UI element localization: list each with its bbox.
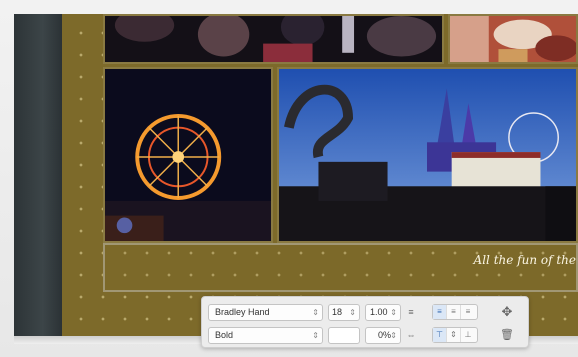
chevron-updown-icon: ⇕	[312, 331, 319, 340]
line-spacing-icon: ≡	[408, 307, 414, 317]
font-style-value: Bold	[215, 330, 234, 340]
character-spacing-icon: ⇔	[406, 330, 416, 340]
font-style-select[interactable]: Bold ⇕	[208, 327, 323, 344]
horizontal-alignment-group[interactable]: ≡ ≡ ≡	[432, 304, 478, 320]
line-spacing-field[interactable]: 1.00 ⇕	[365, 304, 401, 321]
font-family-select[interactable]: Bradley Hand ⇕	[208, 304, 323, 321]
vertical-alignment-group[interactable]: ⊤ ⇕ ⊥	[432, 327, 478, 343]
align-top-icon[interactable]: ⊤	[433, 328, 447, 342]
photo-crowd[interactable]	[103, 14, 444, 64]
font-family-value: Bradley Hand	[215, 307, 270, 317]
character-spacing-value: 0%	[378, 330, 392, 340]
caption-text[interactable]: All the fun of the	[474, 253, 576, 267]
align-middle-icon[interactable]: ⇕	[447, 328, 461, 342]
align-bottom-icon[interactable]: ⊥	[461, 328, 475, 342]
chevron-updown-icon: ⇕	[312, 308, 319, 317]
align-right-icon[interactable]: ≡	[461, 305, 475, 319]
stepper-icon: ⇕	[390, 308, 397, 317]
text-format-bar: Bradley Hand ⇕ 18 ⇕ 1.00 ⇕ ≡ ≡ ≡ ≡ ✥ Bol…	[201, 296, 529, 348]
character-spacing-field[interactable]: 0% ⇕	[365, 327, 401, 344]
font-size-field[interactable]: 18 ⇕	[328, 304, 360, 321]
text-color-well[interactable]	[328, 327, 360, 344]
caption-textbox[interactable]: All the fun of the	[103, 243, 578, 292]
photo-food[interactable]	[448, 14, 578, 64]
stepper-icon: ⇕	[349, 308, 356, 317]
font-size-value: 18	[332, 307, 343, 317]
photo-ferris-wheel[interactable]	[103, 67, 273, 243]
line-spacing-value: 1.00	[370, 307, 388, 317]
move-icon[interactable]: ✥	[500, 305, 514, 319]
trash-icon[interactable]: 🗑	[500, 328, 514, 342]
align-left-icon[interactable]: ≡	[433, 305, 447, 319]
stepper-icon: ⇕	[390, 331, 397, 340]
photo-castle[interactable]	[277, 67, 578, 243]
align-center-icon[interactable]: ≡	[447, 305, 461, 319]
left-panel-edge	[14, 14, 62, 336]
